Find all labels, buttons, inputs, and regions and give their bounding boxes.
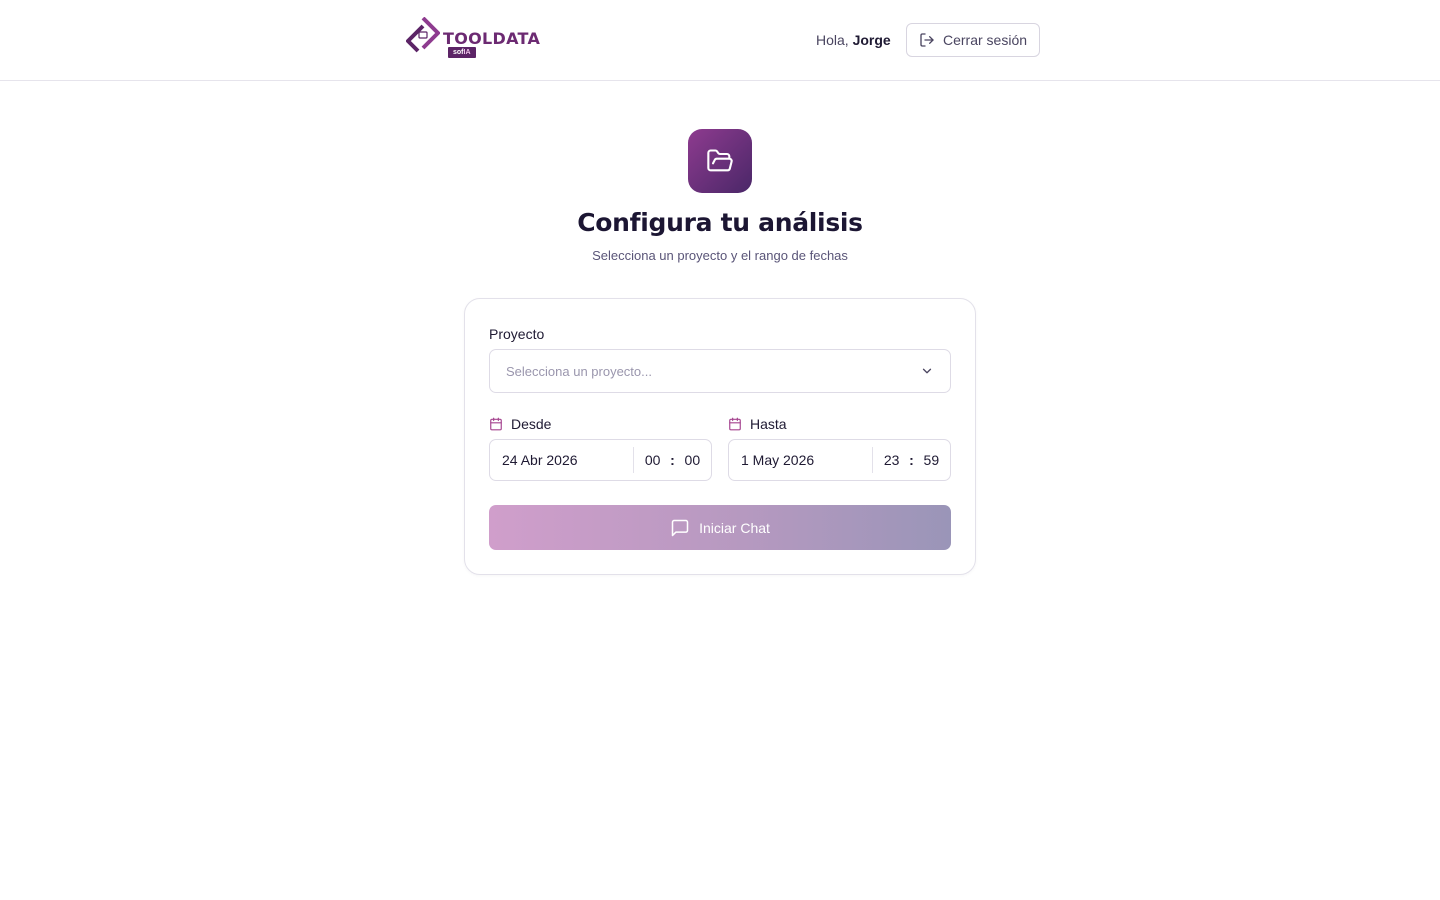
from-date-label: Desde: [489, 416, 551, 432]
start-chat-label: Iniciar Chat: [699, 519, 770, 536]
time-colon: :: [670, 452, 675, 468]
to-minute-input[interactable]: 59: [924, 452, 940, 468]
logout-label: Cerrar sesión: [943, 32, 1028, 48]
project-select[interactable]: Selecciona un proyecto...: [489, 349, 951, 393]
project-label: Proyecto: [489, 326, 545, 342]
to-date-input[interactable]: 1 May 2026: [729, 452, 872, 468]
page-subtitle: Selecciona un proyecto y el rango de fec…: [592, 248, 848, 263]
analysis-config-card: Proyecto Selecciona un proyecto... Desde…: [464, 298, 976, 575]
to-datetime-field: 1 May 2026 23 : 59: [728, 439, 951, 481]
chevron-down-icon: [922, 368, 932, 374]
user-greeting: Hola, Jorge: [816, 32, 891, 48]
page-title: Configura tu análisis: [577, 208, 863, 237]
logo-mark-icon: [406, 17, 440, 53]
top-header: TOOLDATA sofIA Hola, Jorge Cerrar sesión: [0, 0, 1440, 81]
to-hour-input[interactable]: 23: [884, 452, 900, 468]
from-time: 00 : 00: [634, 452, 711, 468]
hero-folder-badge: [688, 129, 752, 193]
from-date-input[interactable]: 24 Abr 2026: [490, 452, 633, 468]
from-minute-input[interactable]: 00: [685, 452, 701, 468]
logo-brand-text: TOOLDATA: [443, 29, 541, 48]
logo-badge: sofIA: [448, 47, 476, 58]
chat-bubble-icon: [671, 519, 689, 536]
folder-open-icon: [707, 149, 733, 172]
logo-badge-suffix: IA: [463, 49, 471, 56]
to-date-label: Hasta: [728, 416, 787, 432]
logout-icon: [920, 33, 934, 47]
project-select-placeholder: Selecciona un proyecto...: [506, 363, 652, 379]
to-label-text: Hasta: [750, 416, 787, 432]
tooldata-logo[interactable]: TOOLDATA sofIA: [406, 17, 566, 61]
from-hour-input[interactable]: 00: [645, 452, 661, 468]
time-colon: :: [909, 452, 914, 468]
from-datetime-field: 24 Abr 2026 00 : 00: [489, 439, 712, 481]
greeting-prefix: Hola,: [816, 32, 849, 48]
from-label-text: Desde: [511, 416, 552, 432]
user-name: Jorge: [852, 32, 891, 48]
logout-button[interactable]: Cerrar sesión: [906, 23, 1040, 57]
start-chat-button[interactable]: Iniciar Chat: [489, 505, 951, 550]
calendar-icon: [729, 417, 741, 431]
calendar-icon: [490, 417, 502, 431]
to-time: 23 : 59: [873, 452, 950, 468]
logo-badge-prefix: sof: [453, 49, 464, 56]
